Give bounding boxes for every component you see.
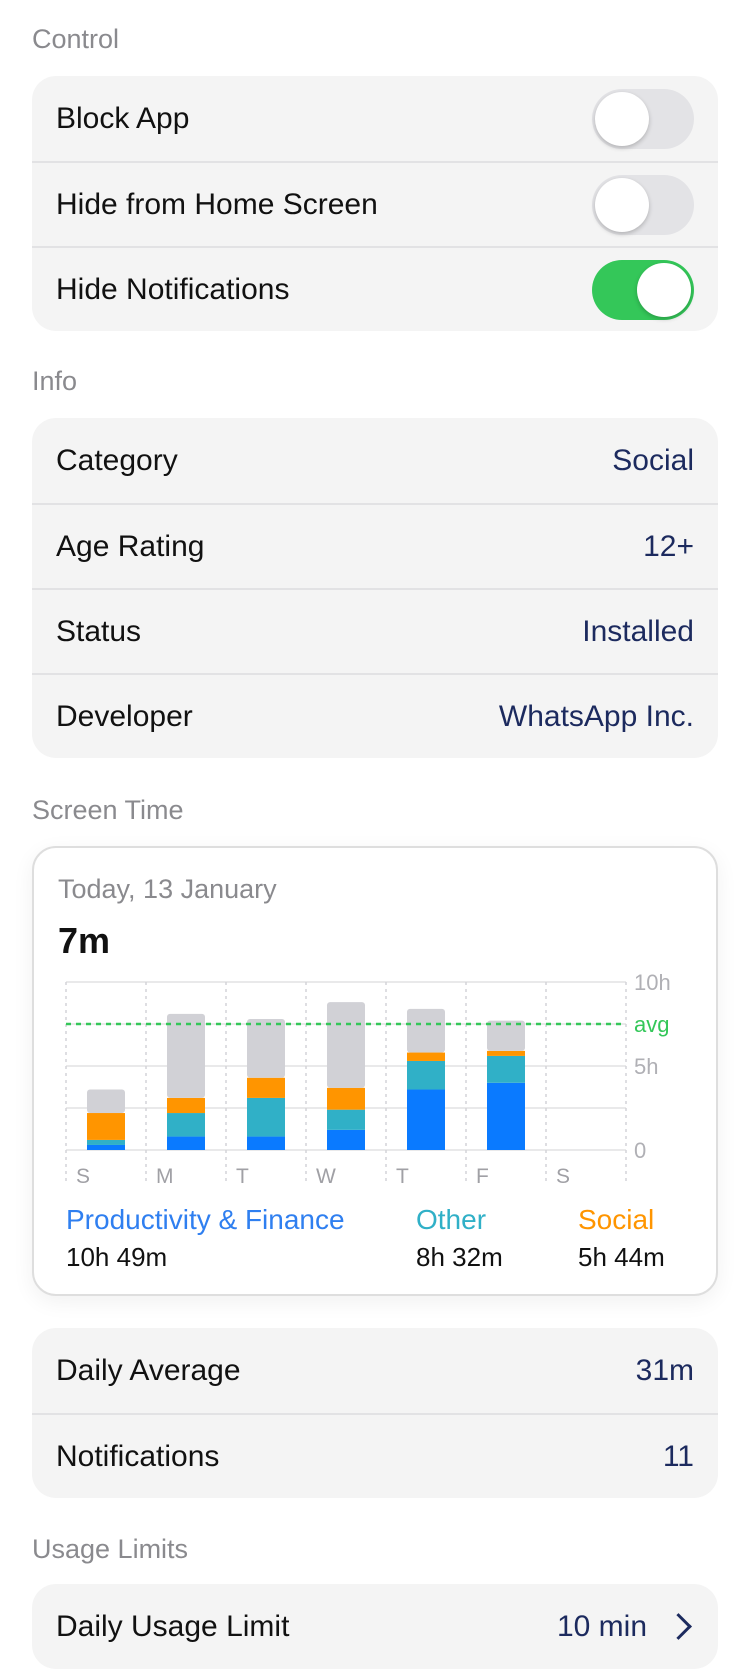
x-tick-label: F xyxy=(476,1165,489,1188)
status-label: Status xyxy=(56,614,142,648)
section-title-info: Info xyxy=(32,366,78,396)
hide-notifications-row: Hide Notifications xyxy=(32,246,718,331)
x-tick-label: S xyxy=(76,1165,90,1188)
stats-group: Daily Average 31m Notifications 11 xyxy=(32,1328,718,1498)
x-tick-label: W xyxy=(316,1165,336,1188)
x-tick-label: M xyxy=(156,1165,174,1188)
x-tick-label: T xyxy=(236,1165,249,1188)
chart-bar-segment xyxy=(87,1113,125,1140)
y-tick-label: 5h xyxy=(634,1054,658,1079)
age-rating-label: Age Rating xyxy=(56,529,205,563)
chart-bar-segment xyxy=(167,1113,205,1137)
chart-bar-segment xyxy=(407,1052,445,1061)
section-title-usage-limits: Usage Limits xyxy=(32,1534,189,1564)
toggle-knob xyxy=(637,262,691,317)
block-app-label: Block App xyxy=(56,101,190,135)
daily-average-label: Daily Average xyxy=(56,1353,241,1387)
chart-bar-segment xyxy=(247,1077,285,1098)
chart-bar-segment xyxy=(487,1050,525,1056)
y-tick-label: 0 xyxy=(634,1138,646,1163)
hide-home-toggle[interactable] xyxy=(592,174,694,235)
control-group: Block App Hide from Home Screen Hide Not… xyxy=(32,76,718,331)
category-row: Category Social xyxy=(32,418,718,503)
chart-bar-segment xyxy=(167,1097,205,1114)
age-rating-row: Age Rating 12+ xyxy=(32,503,718,588)
chart-bar-segment xyxy=(407,1089,445,1150)
daily-average-row: Daily Average 31m xyxy=(32,1328,718,1413)
legend-other: Other 8h 32m xyxy=(416,1204,503,1273)
chart-bar-segment xyxy=(167,1136,205,1150)
chart-bar-segment xyxy=(87,1139,125,1145)
y-tick-label: 10h xyxy=(634,970,671,995)
legend-social-name: Social xyxy=(578,1204,655,1235)
legend-other-value: 8h 32m xyxy=(416,1242,503,1272)
section-title-screen-time: Screen Time xyxy=(32,795,184,825)
notifications-value: 11 xyxy=(662,1439,694,1473)
toggle-knob xyxy=(595,91,649,146)
legend-productivity-value: 10h 49m xyxy=(66,1242,168,1272)
category-label: Category xyxy=(56,443,178,477)
daily-average-value: 31m xyxy=(635,1353,694,1387)
info-group: Category Social Age Rating 12+ Status In… xyxy=(32,418,718,758)
x-tick-label: S xyxy=(556,1165,570,1188)
chart-bar-segment xyxy=(247,1136,285,1150)
daily-usage-limit-label: Daily Usage Limit xyxy=(56,1609,290,1643)
chart-bar-segment xyxy=(327,1002,365,1088)
developer-value: WhatsApp Inc. xyxy=(498,699,694,733)
legend-other-name: Other xyxy=(416,1204,487,1235)
hide-notifications-toggle[interactable] xyxy=(592,259,694,320)
daily-usage-limit-value: 10 min xyxy=(556,1609,647,1643)
chart-bar-segment xyxy=(327,1087,365,1110)
chevron-right-icon xyxy=(665,1613,692,1640)
chart-bar-segment xyxy=(167,1013,205,1098)
notifications-label: Notifications xyxy=(56,1439,220,1473)
legend-social: Social 5h 44m xyxy=(578,1204,665,1273)
screen-time-card[interactable]: Today, 13 January 7m S M T W T F Savg 10h 5h 0 Pr… xyxy=(32,846,718,1296)
developer-row: Developer WhatsApp Inc. xyxy=(32,673,718,758)
block-app-row: Block App xyxy=(32,76,718,161)
limits-group: Daily Usage Limit 10 min xyxy=(32,1584,718,1669)
chart-bar-segment xyxy=(247,1097,285,1137)
daily-usage-limit-row[interactable]: Daily Usage Limit 10 min xyxy=(32,1584,718,1669)
chart-bar-segment xyxy=(487,1055,525,1083)
toggle-knob xyxy=(595,177,649,232)
chart-bar-segment xyxy=(407,1008,445,1053)
block-app-toggle[interactable] xyxy=(592,88,694,149)
section-title-control: Control xyxy=(32,24,120,54)
legend-productivity-name: Productivity & Finance xyxy=(66,1204,345,1235)
notifications-row: Notifications 11 xyxy=(32,1413,718,1498)
chart-bar-segment xyxy=(327,1129,365,1150)
chart-bar-segment xyxy=(247,1018,285,1078)
chart-bar-segment xyxy=(407,1060,445,1090)
category-value: Social xyxy=(612,443,694,477)
status-value: Installed xyxy=(582,614,694,648)
chart-bar-segment xyxy=(87,1144,125,1150)
average-label: avg xyxy=(634,1012,669,1037)
x-tick-label: T xyxy=(396,1165,409,1188)
status-row: Status Installed xyxy=(32,588,718,673)
age-rating-value: 12+ xyxy=(643,529,694,563)
hide-home-label: Hide from Home Screen xyxy=(56,187,378,221)
developer-label: Developer xyxy=(56,699,193,733)
legend-productivity: Productivity & Finance 10h 49m xyxy=(66,1204,345,1273)
hide-home-row: Hide from Home Screen xyxy=(32,161,718,246)
legend-social-value: 5h 44m xyxy=(578,1242,665,1272)
hide-notifications-label: Hide Notifications xyxy=(56,272,290,306)
chart-bar-segment xyxy=(327,1109,365,1130)
chart-bar-segment xyxy=(87,1089,125,1114)
chart-bar-segment xyxy=(487,1082,525,1150)
